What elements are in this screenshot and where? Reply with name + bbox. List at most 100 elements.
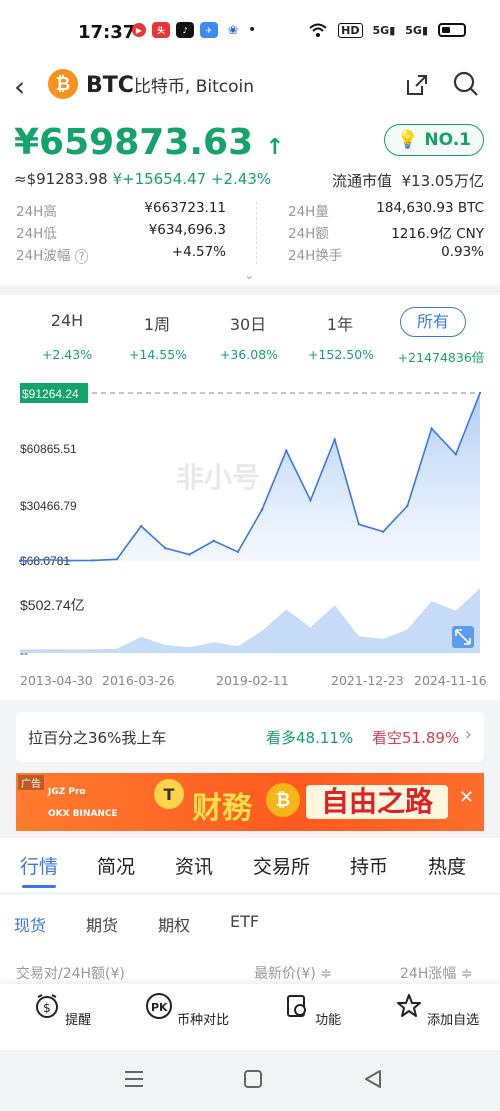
column-header[interactable]: 24H涨幅 ≑ [400, 963, 473, 983]
add-watchlist-label: 添加自选 [427, 1013, 480, 1028]
back-triangle-icon[interactable] [364, 1070, 382, 1088]
tab-all[interactable]: 所有 [400, 307, 466, 337]
tab-heat[interactable]: 热度 [428, 852, 466, 879]
coin-name: 比特币, Bitcoin [133, 77, 255, 97]
period-change: +21474836倍 [397, 350, 485, 365]
current-price: ¥659873.63 ↑ [14, 122, 284, 163]
status-right: HD 5G▮ 5G▮ [308, 22, 466, 38]
share-icon[interactable] [404, 72, 430, 98]
price-point [139, 524, 143, 528]
stat-row: 24H低 ¥634,696.3 [16, 222, 226, 244]
signal-icon: 5G▮ [405, 23, 428, 37]
compare-button[interactable]: PK 币种对比 [137, 992, 237, 1028]
price-point [260, 508, 264, 511]
system-nav-bar [0, 1050, 500, 1111]
tab-etf[interactable]: ETF [230, 912, 259, 931]
price-point [406, 504, 409, 508]
home-icon[interactable] [244, 1070, 262, 1088]
sentiment-bar[interactable]: 拉百分之36%我上车 看多48.11% 看空51.89% › [16, 712, 484, 762]
x-tick-label: 2024-11-16 [414, 673, 487, 688]
column-header[interactable]: 最新价(¥) ≑ [254, 963, 332, 983]
stat-key: 24H低 [16, 226, 57, 242]
stat-row: 24H高 ¥663723.11 [16, 200, 226, 222]
tab-1w[interactable]: 1周 [117, 311, 197, 335]
bear-ratio: 看空51.89% [372, 729, 460, 747]
stat-row: 24H量 184,630.93 BTC [288, 200, 484, 222]
function-label: 功能 [315, 1013, 342, 1028]
notification-icons: ▶ 头 ♪ ✈ ❀ • [132, 22, 256, 38]
back-icon[interactable]: ‹ [14, 70, 25, 103]
rank-badge[interactable]: 💡 NO.1 [384, 124, 484, 156]
stat-row: 24H波幅 ? +4.57% [16, 244, 226, 266]
price-point [285, 449, 288, 452]
stat-value: 0.93% [441, 244, 484, 260]
notification-app-icon: ▶ [132, 23, 146, 37]
alert-button[interactable]: $ 提醒 [12, 992, 112, 1028]
tab-exchanges[interactable]: 交易所 [253, 852, 310, 879]
period-tabs: 24H 1周 30日 1年 所有 [0, 307, 500, 337]
bottom-action-bar: $ 提醒 PK 币种对比 功能 添加自选 [0, 984, 500, 1050]
alert-label: 提醒 [65, 1013, 92, 1028]
ad-banner[interactable]: 广告 JGZ Pro OKX BINANCE T 财務 ₿ 自由之路 ✕ [16, 773, 484, 831]
status-time: 17:37 [78, 22, 136, 43]
up-arrow-icon: ↑ [265, 135, 285, 160]
price-chart[interactable]: $91264.24 $60865.51 $30466.79 $68.0781 非… [0, 375, 500, 675]
help-icon[interactable]: ? [74, 249, 89, 264]
tab-overview[interactable]: 简况 [97, 852, 135, 879]
menu-icon[interactable] [124, 1070, 144, 1088]
stat-key: 24H换手 [288, 248, 343, 264]
add-watchlist-button[interactable]: 添加自选 [387, 992, 487, 1028]
coin-icon: T [154, 779, 184, 809]
tab-30d[interactable]: 30日 [208, 311, 288, 335]
coin-header: ‹ ₿ BTC比特币, Bitcoin [0, 60, 500, 110]
ad-headline: 财務 [192, 791, 252, 826]
search-icon[interactable] [452, 70, 480, 98]
tab-futures[interactable]: 期货 [86, 912, 118, 936]
dot-icon: • [248, 22, 257, 38]
price-point [43, 558, 46, 561]
tab-holders[interactable]: 持币 [350, 852, 388, 879]
y-tick-label: $91264.24 [22, 387, 79, 401]
ad-tag: 广告 [18, 775, 44, 790]
bull-ratio: 看多48.11% [266, 729, 354, 747]
stat-key: 24H额 [288, 226, 329, 242]
divider [256, 202, 257, 264]
column-header[interactable]: 交易对/24H额(¥) [16, 963, 125, 983]
stat-row: 24H换手 0.93% [288, 244, 484, 266]
signal-label: 5G [405, 23, 422, 37]
chart-card: 24H 1周 30日 1年 所有 +2.43% +14.55% +36.08% … [0, 295, 500, 700]
usd-price: ≈$91283.98 [14, 170, 108, 188]
chevron-right-icon[interactable]: › [465, 724, 472, 745]
star-plus-icon [396, 994, 421, 1017]
tab-options[interactable]: 期权 [158, 912, 190, 936]
stat-value: ¥634,696.3 [148, 222, 226, 238]
close-icon[interactable]: ✕ [459, 787, 474, 808]
price-point [333, 438, 336, 441]
main-tabs: 行情 简况 资讯 交易所 持币 热度 [0, 838, 500, 892]
period-change: +14.55% [128, 347, 188, 362]
stat-key: 24H高 [16, 204, 57, 220]
tab-news[interactable]: 资讯 [175, 852, 213, 879]
price-change: ¥+15654.47 +2.43% [112, 170, 272, 188]
tab-spot[interactable]: 现货 [14, 912, 46, 936]
notification-app-icon: ♪ [176, 22, 194, 38]
sub-tabs: 现货 期货 期权 ETF [0, 895, 500, 950]
wifi-icon [309, 23, 327, 37]
stat-row: 24H额 1216.9亿 CNY [288, 222, 484, 244]
status-bar: 17:37 ▶ 头 ♪ ✈ ❀ • HD 5G▮ 5G▮ [0, 0, 500, 60]
price-point [18, 559, 22, 563]
tab-market[interactable]: 行情 [20, 852, 58, 879]
expand-chevron-icon[interactable]: ⌄ [244, 268, 254, 282]
signal-label: 5G [372, 23, 390, 37]
tab-1y[interactable]: 1年 [300, 311, 380, 335]
function-button[interactable]: 功能 [262, 992, 362, 1028]
ad-headline-2: 自由之路 [306, 785, 448, 819]
period-change: +36.08% [219, 347, 279, 362]
x-tick-label: 2013-04-30 [20, 673, 93, 688]
hd-badge: HD [338, 22, 363, 38]
price-point [236, 550, 240, 554]
stat-key-text: 24H波幅 [16, 248, 71, 264]
price-card: ¥659873.63 ↑ 💡 NO.1 ≈$91283.98 ¥+15654.47… [0, 110, 500, 285]
price-point [478, 391, 482, 395]
tab-24h[interactable]: 24H [27, 311, 107, 330]
